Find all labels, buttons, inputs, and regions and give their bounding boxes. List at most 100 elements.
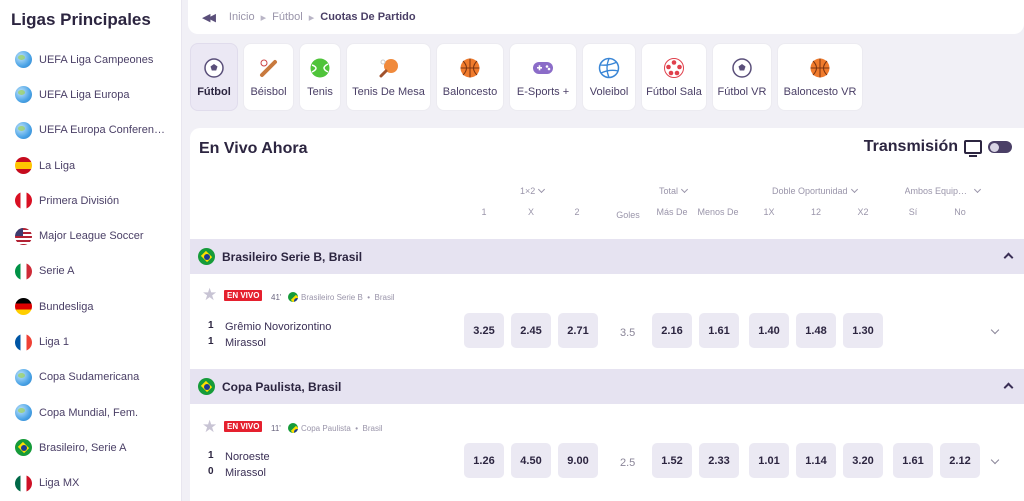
chevron-down-icon[interactable]: [990, 325, 1000, 335]
sidebar-item-serie-a[interactable]: Serie A: [0, 254, 182, 289]
match-minute: 11': [271, 424, 281, 433]
league-header[interactable]: Copa Paulista, Brasil: [190, 369, 1024, 404]
sidebar-item-mls[interactable]: Major League Soccer: [0, 218, 182, 253]
basketball-icon: [459, 57, 481, 79]
odds-1x-button[interactable]: 1.01: [749, 443, 789, 478]
market-1x2-header[interactable]: 1×2: [520, 185, 546, 196]
breadcrumb-separator: ▸: [308, 11, 315, 24]
sidebar-item-liga-1[interactable]: Liga 1: [0, 324, 182, 359]
tab-baloncesto-vr[interactable]: Baloncesto VR: [777, 43, 863, 111]
market-btts-header[interactable]: Ambos Equipos Marcan: [900, 186, 984, 196]
sidebar-item-uefa-conference[interactable]: UEFA Europa Conference League: [0, 113, 182, 148]
spain-flag-icon: [15, 157, 32, 175]
sidebar-item-label: Liga MX: [39, 477, 80, 490]
home-score: 1: [208, 320, 214, 331]
odds-x-button[interactable]: 4.50: [511, 443, 551, 478]
sidebar-item-uefa-europa[interactable]: UEFA Liga Europa: [0, 77, 182, 112]
globe-icon: [15, 404, 32, 422]
col-under: Menos De: [697, 207, 739, 217]
globe-icon: [15, 86, 32, 104]
sidebar-item-primera-division[interactable]: Primera División: [0, 183, 182, 218]
mexico-flag-icon: [15, 474, 32, 492]
sidebar-item-copa-sudamericana[interactable]: Copa Sudamericana: [0, 360, 182, 395]
odds-over-button[interactable]: 1.52: [652, 443, 692, 478]
odds-1-button[interactable]: 3.25: [464, 313, 504, 348]
transmission-toggle[interactable]: [988, 141, 1012, 153]
sidebar-title: Ligas Principales: [11, 10, 151, 29]
odds-under-button[interactable]: 2.33: [699, 443, 739, 478]
home-score: 1: [208, 450, 214, 461]
sidebar-item-bundesliga[interactable]: Bundesliga: [0, 289, 182, 324]
tab-e-sports[interactable]: E-Sports +: [509, 43, 577, 111]
market-double-chance-header[interactable]: Doble Oportunidad: [772, 185, 858, 196]
odds-2-button[interactable]: 9.00: [558, 443, 598, 478]
odds-under-button[interactable]: 1.61: [699, 313, 739, 348]
star-icon[interactable]: ★: [202, 418, 218, 435]
sidebar-item-label: Copa Sudamericana: [39, 371, 140, 384]
chevron-up-icon[interactable]: [1003, 252, 1014, 263]
soccer-ball-icon: [203, 57, 225, 79]
breadcrumb-section[interactable]: Fútbol: [272, 11, 303, 23]
tv-icon: [964, 140, 982, 157]
futsal-ball-icon: [663, 57, 685, 79]
sidebar-item-copa-mundial-fem[interactable]: Copa Mundial, Fem.: [0, 395, 182, 430]
live-badge: EN VIVO: [224, 421, 263, 432]
tab-label: Voleibol: [589, 85, 629, 98]
baseball-bat-icon: [258, 57, 280, 79]
sidebar-item-label: Bundesliga: [39, 300, 94, 313]
tab-label: E-Sports +: [516, 85, 570, 98]
sidebar-item-la-liga[interactable]: La Liga: [0, 148, 182, 183]
sidebar: Ligas Principales UEFA Liga Campeones UE…: [0, 0, 182, 501]
sidebar-item-label: UEFA Liga Europa: [39, 88, 130, 101]
tab-futbol-vr[interactable]: Fútbol VR: [712, 43, 772, 111]
tab-tenis[interactable]: Tenis: [299, 43, 341, 111]
live-title: En Vivo Ahora: [199, 140, 308, 157]
odds-1-button[interactable]: 1.26: [464, 443, 504, 478]
odds-no-button[interactable]: 2.12: [940, 443, 980, 478]
tab-futbol[interactable]: Fútbol: [190, 43, 238, 111]
odds-over-button[interactable]: 2.16: [652, 313, 692, 348]
chevron-down-icon: [538, 185, 546, 194]
odds-x2-button[interactable]: 1.30: [843, 313, 883, 348]
goals-line: 2.5: [620, 457, 636, 469]
chevron-down-icon: [973, 186, 981, 194]
sport-tabs: Fútbol Béisbol Tenis Tenis De Mesa Balon…: [190, 43, 863, 111]
away-score: 0: [208, 466, 214, 477]
breadcrumb-current: Cuotas De Partido: [320, 11, 416, 23]
sidebar-item-uefa-champions[interactable]: UEFA Liga Campeones: [0, 42, 182, 77]
star-icon[interactable]: ★: [202, 286, 218, 303]
tab-baloncesto[interactable]: Baloncesto: [436, 43, 504, 111]
col-x: X: [527, 207, 534, 217]
match-row: ★ EN VIVO 41' Brasileiro Serie B • Brasi…: [190, 274, 1024, 370]
sidebar-item-label: Copa Mundial, Fem.: [39, 406, 139, 419]
odds-yes-button[interactable]: 1.61: [893, 443, 933, 478]
tab-voleibol[interactable]: Voleibol: [582, 43, 636, 111]
chevron-down-icon: [680, 185, 689, 194]
league-header[interactable]: Brasileiro Serie B, Brasil: [190, 239, 1024, 274]
usa-flag-icon: [15, 227, 32, 245]
col-goals: Goles: [616, 210, 640, 220]
col-no: No: [954, 207, 966, 217]
germany-flag-icon: [15, 298, 32, 316]
tab-beisbol[interactable]: Béisbol: [243, 43, 294, 111]
away-team: Mirassol: [225, 337, 266, 349]
chevron-down-icon[interactable]: [990, 455, 1000, 465]
sidebar-item-liga-mx[interactable]: Liga MX: [0, 466, 182, 501]
chevron-up-icon[interactable]: [1003, 382, 1014, 393]
odds-x2-button[interactable]: 3.20: [843, 443, 883, 478]
odds-2-button[interactable]: 2.71: [558, 313, 598, 348]
sidebar-item-brasileiro-serie-a[interactable]: Brasileiro, Serie A: [0, 430, 182, 465]
odds-12-button[interactable]: 1.14: [796, 443, 836, 478]
market-total-header[interactable]: Total: [659, 185, 689, 196]
breadcrumb-home[interactable]: Inicio: [229, 11, 255, 23]
tab-tenis-de-mesa[interactable]: Tenis De Mesa: [346, 43, 431, 111]
breadcrumb: ◀◀ Inicio ▸ Fútbol ▸ Cuotas De Partido: [188, 0, 1024, 34]
ping-pong-paddle-icon: [378, 57, 400, 79]
double-chevron-left-icon[interactable]: ◀◀: [202, 11, 216, 24]
sidebar-item-label: Serie A: [39, 265, 75, 278]
odds-x-button[interactable]: 2.45: [511, 313, 551, 348]
odds-1x-button[interactable]: 1.40: [749, 313, 789, 348]
tab-futbol-sala[interactable]: Fútbol Sala: [641, 43, 707, 111]
away-score: 1: [208, 336, 214, 347]
odds-12-button[interactable]: 1.48: [796, 313, 836, 348]
